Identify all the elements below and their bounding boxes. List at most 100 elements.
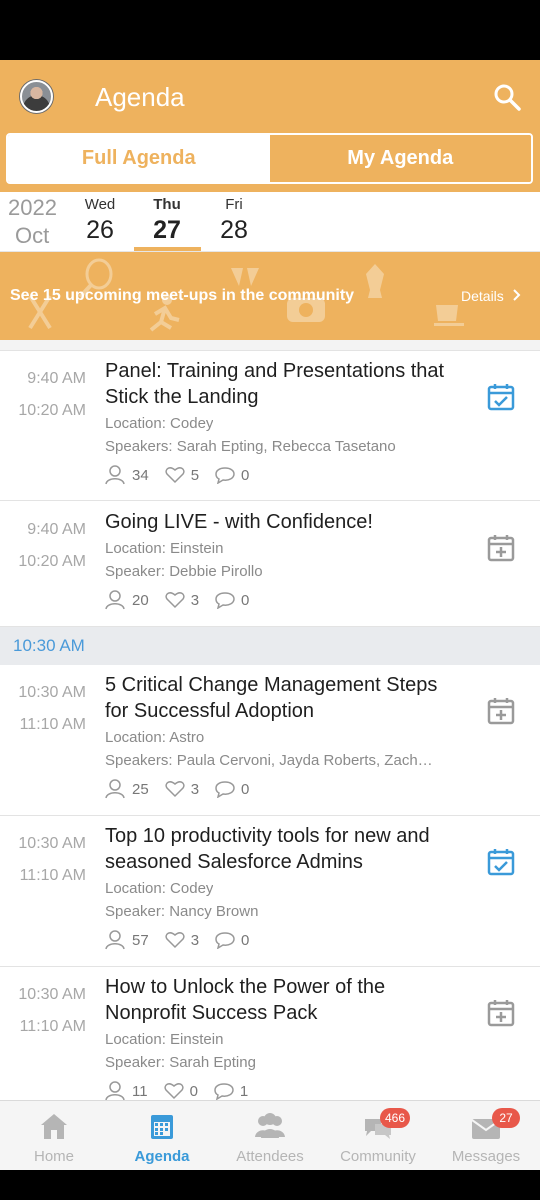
- banner-details-link[interactable]: Details: [461, 288, 522, 304]
- session-title: Top 10 productivity tools for new and se…: [105, 825, 430, 873]
- like-count[interactable]: 3: [165, 591, 199, 609]
- day-name: Wed: [84, 196, 116, 213]
- day-name: Fri: [225, 196, 243, 213]
- session-row[interactable]: 10:30 AM 11:10 AM How to Unlock the Powe…: [0, 967, 540, 1101]
- attendee-count: 11: [104, 1081, 148, 1101]
- comment-count[interactable]: 0: [215, 780, 249, 798]
- end-time: 11:10 AM: [19, 1018, 86, 1035]
- tab-home[interactable]: Home: [0, 1101, 108, 1170]
- start-time: 10:30 AM: [18, 986, 86, 1003]
- session-stats: 57 3 0: [104, 930, 265, 950]
- day-wed[interactable]: Wed 26: [67, 196, 133, 245]
- tab-agenda[interactable]: Agenda: [108, 1101, 216, 1170]
- session-stats: 20 3 0: [104, 590, 265, 610]
- attendee-count-value: 34: [132, 466, 149, 484]
- comment-icon: [215, 592, 235, 609]
- comment-count[interactable]: 0: [215, 466, 249, 484]
- session-speakers: Speakers: Sarah Epting, Rebecca Tasetano: [105, 438, 396, 455]
- start-time: 10:30 AM: [18, 684, 86, 701]
- heart-icon: [165, 932, 185, 949]
- day-fri[interactable]: Fri 28: [201, 196, 267, 245]
- heart-icon: [165, 781, 185, 798]
- page-title: Agenda: [95, 82, 185, 112]
- tab-label: Attendees: [236, 1148, 304, 1165]
- messages-badge: 27: [492, 1108, 520, 1128]
- session-title: Panel: Training and Presentations that S…: [105, 360, 445, 408]
- session-stats: 25 3 0: [104, 779, 265, 799]
- search-icon[interactable]: [492, 82, 522, 112]
- session-speakers: Speakers: Paula Cervoni, Jayda Roberts, …: [105, 752, 433, 769]
- person-icon: [105, 1081, 125, 1101]
- comment-count[interactable]: 0: [215, 591, 249, 609]
- heart-icon: [163, 1083, 184, 1100]
- comment-count-value: 0: [241, 591, 250, 609]
- calendar-add-icon[interactable]: [486, 998, 516, 1028]
- start-time: 9:40 AM: [27, 521, 86, 538]
- calendar-add-icon[interactable]: [486, 533, 516, 563]
- session-row[interactable]: 10:30 AM 11:10 AM 5 Critical Change Mana…: [0, 665, 540, 816]
- calendar-check-icon[interactable]: [486, 847, 516, 877]
- session-title: 5 Critical Change Management Steps for S…: [105, 674, 438, 722]
- session-speakers: Speaker: Debbie Pirollo: [105, 563, 263, 580]
- attendee-count-value: 57: [132, 931, 149, 949]
- time-slot-label: 10:30 AM: [13, 636, 85, 655]
- session-stats: 34 5 0: [104, 465, 265, 485]
- section-gap: [0, 340, 540, 351]
- day-name: Thu: [153, 196, 181, 213]
- comment-count[interactable]: 1: [214, 1082, 248, 1100]
- like-count-value: 3: [190, 591, 200, 609]
- comment-icon: [214, 1083, 234, 1100]
- end-time: 10:20 AM: [18, 402, 86, 419]
- end-time: 11:10 AM: [19, 867, 86, 884]
- day-number: 28: [220, 216, 248, 244]
- person-icon: [105, 779, 125, 799]
- session-row[interactable]: 9:40 AM 10:20 AM Going LIVE - with Confi…: [0, 502, 540, 627]
- attendee-count: 34: [104, 465, 149, 485]
- session-speakers: Speaker: Nancy Brown: [105, 903, 259, 920]
- bottom-tab-bar: Home Agenda Attendees 466 Community 27 M…: [0, 1100, 540, 1170]
- tab-messages[interactable]: 27 Messages: [432, 1101, 540, 1170]
- tab-full-agenda[interactable]: Full Agenda: [8, 135, 270, 182]
- session-stats: 11 0 1: [104, 1081, 264, 1101]
- tab-attendees[interactable]: Attendees: [216, 1101, 324, 1170]
- like-count[interactable]: 5: [165, 466, 199, 484]
- day-thu[interactable]: Thu 27: [134, 196, 200, 245]
- like-count-value: 3: [190, 931, 200, 949]
- like-count[interactable]: 0: [163, 1082, 198, 1100]
- start-time: 10:30 AM: [18, 835, 86, 852]
- start-time: 9:40 AM: [27, 370, 86, 387]
- calendar-check-icon[interactable]: [486, 382, 516, 412]
- calendar-add-icon[interactable]: [486, 696, 516, 726]
- attendee-count-value: 11: [132, 1082, 148, 1100]
- session-title: Going LIVE - with Confidence!: [105, 511, 373, 533]
- tab-community[interactable]: 466 Community: [324, 1101, 432, 1170]
- community-badge: 466: [380, 1108, 411, 1128]
- tab-label: Community: [340, 1148, 416, 1165]
- session-row[interactable]: 9:40 AM 10:20 AM Panel: Training and Pre…: [0, 351, 540, 501]
- comment-count-value: 0: [241, 931, 250, 949]
- comment-count-value: 0: [241, 466, 250, 484]
- selected-day-indicator: [134, 247, 201, 251]
- tab-my-agenda[interactable]: My Agenda: [269, 135, 531, 182]
- tab-label: Messages: [451, 1148, 521, 1165]
- tab-label: Home: [33, 1148, 74, 1165]
- avatar[interactable]: [20, 80, 53, 113]
- like-count-value: 5: [190, 466, 200, 484]
- session-location: Location: Codey: [105, 415, 214, 432]
- session-location: Location: Codey: [105, 880, 214, 897]
- like-count[interactable]: 3: [165, 931, 199, 949]
- chevron-right-icon: [512, 289, 521, 301]
- like-count[interactable]: 3: [165, 780, 199, 798]
- comment-count[interactable]: 0: [215, 931, 249, 949]
- heart-icon: [165, 592, 185, 609]
- month-label: Oct: [15, 223, 50, 248]
- comment-icon: [215, 467, 235, 484]
- attendee-count: 25: [104, 779, 149, 799]
- person-icon: [105, 465, 125, 485]
- person-icon: [105, 590, 125, 610]
- day-number: 26: [86, 216, 114, 244]
- time-slot-header: 10:30 AM: [0, 627, 540, 665]
- session-row[interactable]: 10:30 AM 11:10 AM Top 10 productivity to…: [0, 816, 540, 967]
- chess-piece-icon: [366, 264, 384, 298]
- details-label: Details: [461, 288, 504, 304]
